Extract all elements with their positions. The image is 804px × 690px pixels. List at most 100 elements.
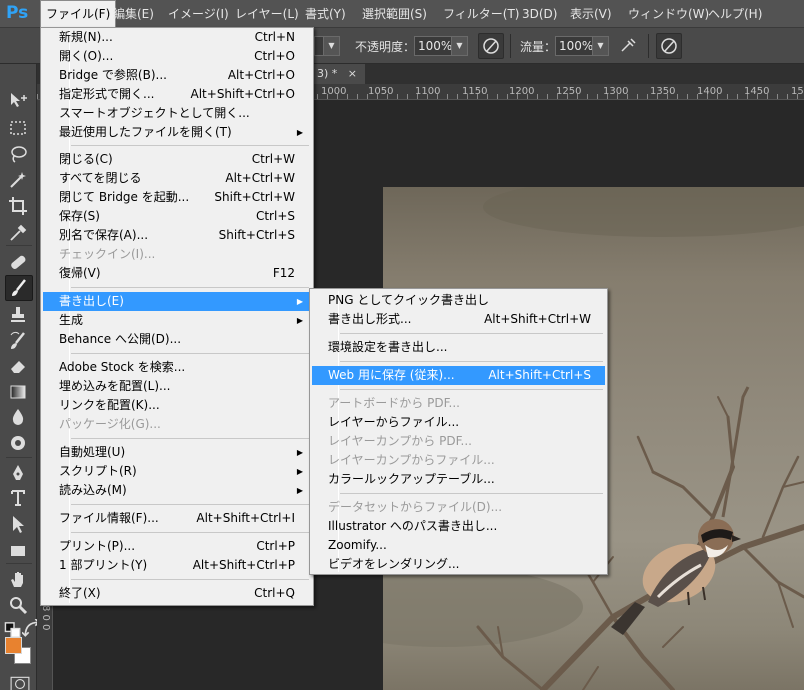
submenu-arrow-icon: ▶ xyxy=(296,448,303,457)
menu-separator xyxy=(340,493,603,494)
menu-type[interactable]: 書式(Y) xyxy=(300,0,351,28)
type-tool[interactable] xyxy=(8,488,29,508)
menu-window[interactable]: ウィンドウ(W) xyxy=(623,0,714,28)
file-menu-item[interactable]: 書き出し(E) ▶ xyxy=(43,292,311,311)
file-menu-item-label: 自動処理(U) xyxy=(59,445,126,459)
export-submenu-item[interactable]: 環境設定を書き出し... xyxy=(312,338,605,357)
export-submenu-item-label: レイヤーカンプからファイル... xyxy=(328,453,495,467)
close-tab-icon[interactable]: × xyxy=(348,67,357,80)
crop-tool[interactable] xyxy=(8,196,29,216)
file-menu-item[interactable]: 開く(O)... Ctrl+O xyxy=(43,47,311,66)
file-menu-item-label: 復帰(V) xyxy=(59,266,101,280)
file-menu-item[interactable]: 指定形式で開く... Alt+Shift+Ctrl+O xyxy=(43,85,311,104)
foreground-color-swatch[interactable] xyxy=(5,637,22,654)
file-menu-item[interactable]: 終了(X) Ctrl+Q xyxy=(43,584,311,603)
zoom-tool[interactable] xyxy=(8,595,29,615)
magic-wand-tool[interactable] xyxy=(8,170,29,190)
menu-image[interactable]: イメージ(I) xyxy=(163,0,234,28)
ruler-label: 1350 xyxy=(650,86,676,97)
file-menu-item[interactable]: Bridge で参照(B)... Alt+Ctrl+O xyxy=(43,66,311,85)
file-menu-item[interactable]: 生成 ▶ xyxy=(43,311,311,330)
export-submenu-item-shortcut: Alt+Shift+Ctrl+W xyxy=(484,312,591,326)
file-menu-item[interactable]: ファイル情報(F)... Alt+Shift+Ctrl+I xyxy=(43,509,311,528)
export-submenu-item[interactable]: レイヤーからファイル... xyxy=(312,413,605,432)
default-colors-button[interactable] xyxy=(4,620,21,638)
menu-file[interactable]: ファイル(F) xyxy=(40,0,117,28)
menu-filter[interactable]: フィルター(T) xyxy=(438,0,524,28)
export-submenu-item[interactable]: Illustrator へのパス書き出し... xyxy=(312,517,605,536)
clone-stamp-tool[interactable] xyxy=(8,305,29,325)
move-tool[interactable] xyxy=(8,90,29,110)
file-menu-item[interactable]: スクリプト(R) ▶ xyxy=(43,462,311,481)
gradient-tool[interactable] xyxy=(8,382,29,402)
brush-icon xyxy=(12,279,26,296)
file-menu-item[interactable]: 読み込み(M) ▶ xyxy=(43,481,311,500)
file-menu-item[interactable]: 復帰(V) F12 xyxy=(43,264,311,283)
marquee-tool[interactable] xyxy=(8,118,29,138)
file-menu-item-shortcut: Ctrl+P xyxy=(256,539,295,553)
menu-select[interactable]: 選択範囲(S) xyxy=(357,0,432,28)
menu-view[interactable]: 表示(V) xyxy=(565,0,617,28)
export-submenu-item[interactable]: ビデオをレンダリング... xyxy=(312,555,605,574)
file-menu-item[interactable]: 閉じて Bridge を起動... Shift+Ctrl+W xyxy=(43,188,311,207)
file-menu-item[interactable]: 埋め込みを配置(L)... xyxy=(43,377,311,396)
export-submenu-item[interactable]: Zoomify... xyxy=(312,536,605,555)
file-menu-item[interactable]: プリント(P)... Ctrl+P xyxy=(43,537,311,556)
menu-separator xyxy=(340,389,603,390)
file-menu-item[interactable]: リンクを配置(K)... xyxy=(43,396,311,415)
file-menu-item-label: 書き出し(E) xyxy=(59,294,124,308)
file-menu-item[interactable]: Adobe Stock を検索... xyxy=(43,358,311,377)
document-tab-title: 3) * xyxy=(317,67,338,80)
blur-tool[interactable] xyxy=(8,407,29,427)
airbrush-button[interactable] xyxy=(617,33,643,59)
hand-tool[interactable] xyxy=(8,569,29,589)
export-submenu-item[interactable]: PNG としてクイック書き出し xyxy=(312,291,605,310)
file-menu-item[interactable]: スマートオブジェクトとして開く... xyxy=(43,104,311,123)
export-submenu-item-label: Web 用に保存 (従来)... xyxy=(328,368,455,382)
quick-mask-button[interactable] xyxy=(10,674,30,690)
export-submenu-item[interactable]: 書き出し形式... Alt+Shift+Ctrl+W xyxy=(312,310,605,329)
eyedropper-tool[interactable] xyxy=(8,223,29,243)
menu-help[interactable]: ヘルプ(H) xyxy=(703,0,767,28)
dodge-tool[interactable] xyxy=(8,433,29,453)
file-menu-item[interactable]: 閉じる(C) Ctrl+W xyxy=(43,150,311,169)
eraser-tool[interactable] xyxy=(8,356,29,376)
file-menu-item-shortcut: Ctrl+S xyxy=(255,209,295,223)
flow-dropdown[interactable]: 100% ▼ xyxy=(555,36,609,56)
ruler-label: 1050 xyxy=(368,86,394,97)
file-menu-item[interactable]: 自動処理(U) ▶ xyxy=(43,443,311,462)
menu-edit[interactable]: 編集(E) xyxy=(108,0,159,28)
file-menu-item-label: 埋め込みを配置(L)... xyxy=(59,379,171,393)
healing-brush-tool[interactable] xyxy=(8,252,29,272)
flow-value: 100% xyxy=(559,39,594,53)
file-menu-item[interactable]: Behance へ公開(D)... xyxy=(43,330,311,349)
swap-colors-button[interactable] xyxy=(21,618,40,637)
menu-separator xyxy=(71,145,309,146)
opacity-value: 100% xyxy=(418,39,453,53)
file-menu-item[interactable]: すべてを閉じる Alt+Ctrl+W xyxy=(43,169,311,188)
file-menu-item[interactable]: 新規(N)... Ctrl+N xyxy=(43,28,311,47)
export-submenu-item[interactable]: カラールックアップテーブル... xyxy=(312,470,605,489)
lasso-tool[interactable] xyxy=(8,144,29,164)
history-brush-tool[interactable] xyxy=(8,331,29,351)
pen-tool[interactable] xyxy=(8,463,29,483)
opacity-dropdown[interactable]: 100% ▼ xyxy=(414,36,468,56)
file-menu-item[interactable]: 別名で保存(A)... Shift+Ctrl+S xyxy=(43,226,311,245)
pressure-size-button[interactable] xyxy=(656,33,682,59)
menu-separator xyxy=(71,532,309,533)
ruler-label: 1000 xyxy=(321,86,347,97)
file-menu-item[interactable]: 保存(S) Ctrl+S xyxy=(43,207,311,226)
options-separator xyxy=(648,34,649,58)
mode-dropdown[interactable]: ▼ xyxy=(314,36,340,56)
brush-tool[interactable] xyxy=(5,275,33,301)
menu-3d[interactable]: 3D(D) xyxy=(517,0,562,28)
export-submenu-item[interactable]: Web 用に保存 (従来)... Alt+Shift+Ctrl+S xyxy=(312,366,605,385)
submenu-arrow-icon: ▶ xyxy=(296,316,303,325)
document-tab[interactable]: 3) * × xyxy=(309,64,366,84)
menu-layer[interactable]: レイヤー(L) xyxy=(230,0,304,28)
path-selection-tool[interactable] xyxy=(8,514,29,534)
rectangle-tool[interactable] xyxy=(8,541,29,561)
file-menu-item[interactable]: 1 部プリント(Y) Alt+Shift+Ctrl+P xyxy=(43,556,311,575)
file-menu-item[interactable]: 最近使用したファイルを開く(T) ▶ xyxy=(43,123,311,142)
pressure-opacity-button[interactable] xyxy=(478,33,504,59)
